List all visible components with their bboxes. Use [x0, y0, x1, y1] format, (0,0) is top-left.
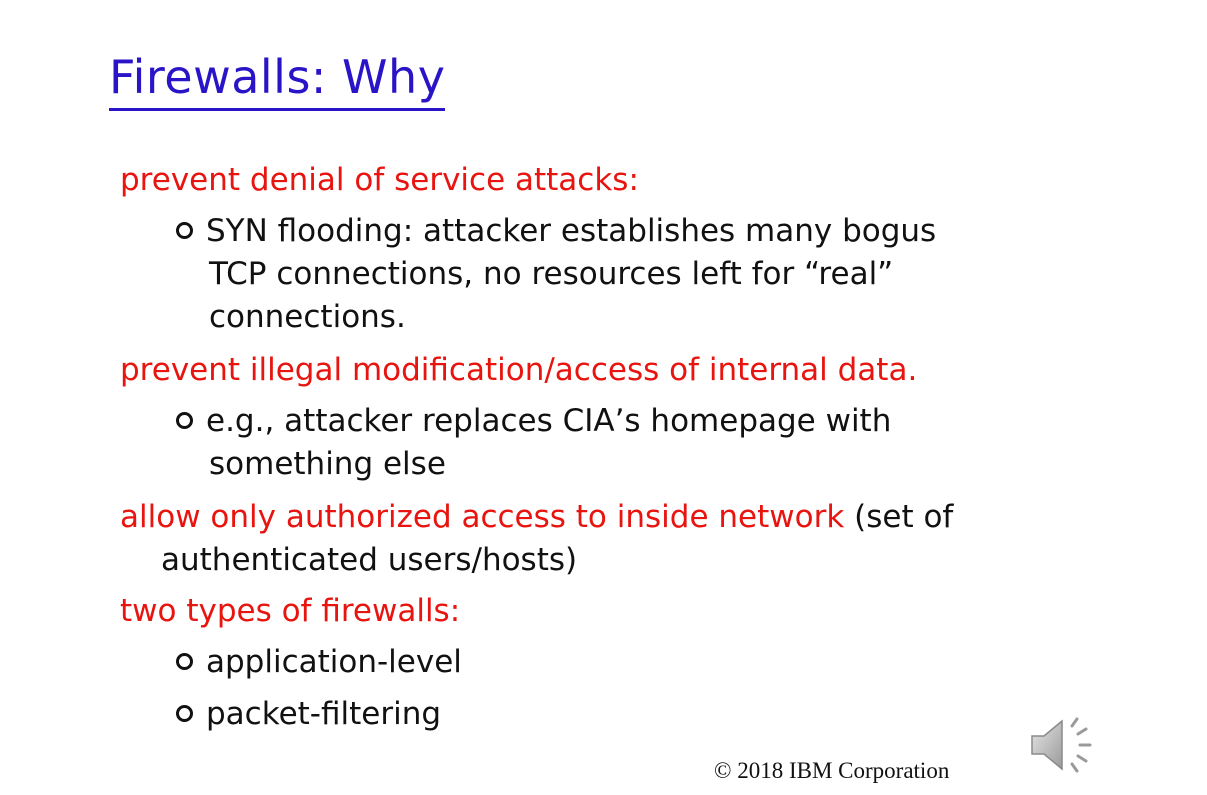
- bullet-line: application-level: [176, 641, 462, 684]
- bullet-text: packet-filtering: [206, 696, 442, 732]
- heading-black-part: (set of: [844, 499, 954, 535]
- section-heading-illegal-modification: prevent illegal modification/access of i…: [120, 352, 918, 388]
- bullet-text-continuation: TCP connections, no resources left for “…: [209, 256, 894, 292]
- heading-red-part: allow only authorized access to inside n…: [120, 499, 845, 535]
- section-heading-authorized-access: allow only authorized access to inside n…: [120, 496, 953, 582]
- bullet-text-continuation: connections.: [209, 299, 406, 335]
- circle-bullet-icon: [176, 653, 193, 670]
- bullet-text: application-level: [206, 644, 462, 680]
- bullet-cia-homepage: e.g., attacker replaces CIA’s homepage w…: [176, 400, 891, 486]
- bullet-syn-flooding: SYN flooding: attacker establishes many …: [176, 210, 936, 339]
- bullet-packet-filtering: packet-filtering: [176, 693, 441, 736]
- slide: Firewalls: Why prevent denial of service…: [0, 0, 1207, 795]
- slide-title: Firewalls: Why: [109, 46, 446, 111]
- heading-continuation: authenticated users/hosts): [161, 542, 578, 578]
- bullet-text-continuation: something else: [209, 446, 446, 482]
- circle-bullet-icon: [176, 412, 193, 429]
- circle-bullet-icon: [176, 705, 193, 722]
- bullet-application-level: application-level: [176, 641, 462, 684]
- copyright-notice: © 2018 IBM Corporation: [714, 758, 950, 783]
- section-heading-dos: prevent denial of service attacks:: [120, 162, 639, 198]
- circle-bullet-icon: [176, 222, 193, 239]
- speaker-icon[interactable]: [1028, 712, 1102, 778]
- bullet-text: e.g., attacker replaces CIA’s homepage w…: [206, 403, 892, 439]
- bullet-line: SYN flooding: attacker establishes many …: [176, 210, 936, 253]
- bullet-text: SYN flooding: attacker establishes many …: [206, 213, 937, 249]
- bullet-line: packet-filtering: [176, 693, 441, 736]
- bullet-line: e.g., attacker replaces CIA’s homepage w…: [176, 400, 891, 443]
- section-heading-firewall-types: two types of firewalls:: [120, 593, 461, 629]
